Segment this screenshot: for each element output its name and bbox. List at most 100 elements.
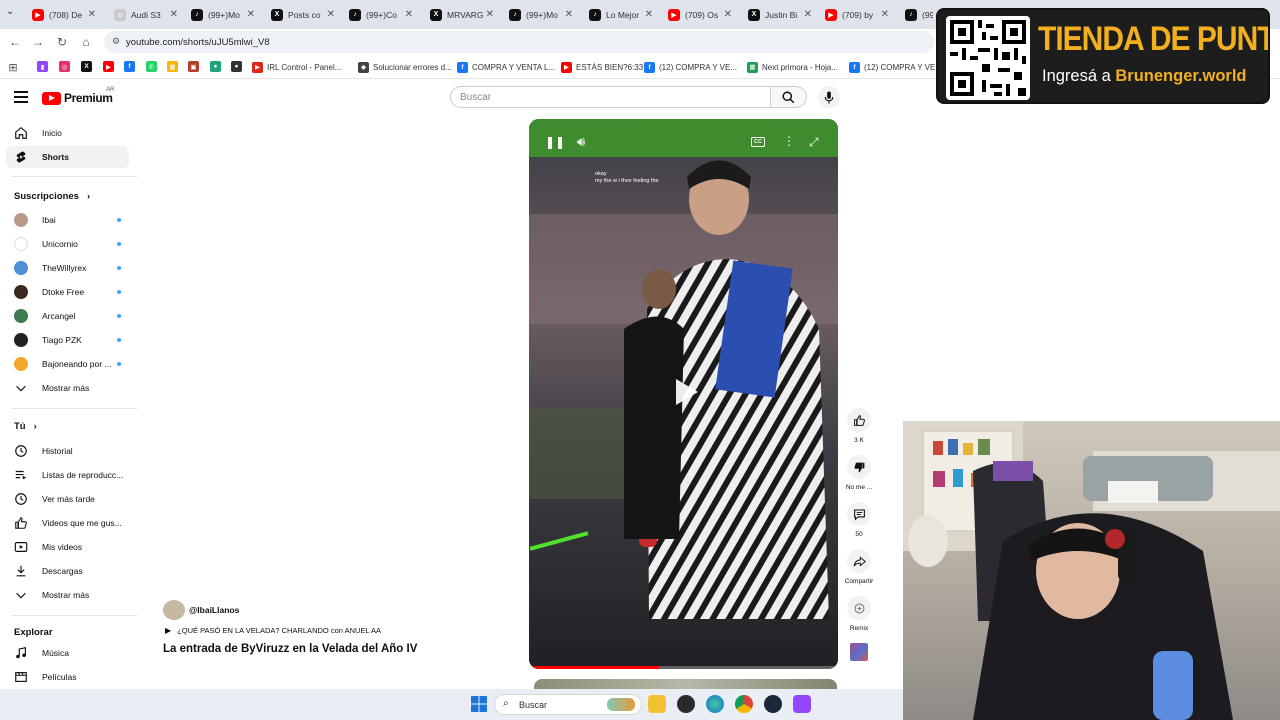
site-info-icon[interactable]: ⚙: [112, 36, 120, 47]
video-progress-bar[interactable]: [529, 666, 838, 669]
close-tab-icon[interactable]: ✕: [724, 9, 732, 20]
sidebar-item[interactable]: Arcangel: [6, 305, 129, 327]
bookmark-item[interactable]: f (12) COMPRA Y VE...: [849, 60, 942, 74]
youtube-icon[interactable]: ▶: [103, 61, 114, 72]
remix-thumbnail[interactable]: [850, 643, 868, 661]
close-tab-icon[interactable]: ✕: [88, 9, 96, 20]
sidebar-item[interactable]: TheWillyrex: [6, 257, 129, 279]
extension-icon[interactable]: ●: [210, 61, 221, 72]
browser-tab[interactable]: ♪ (99+): [897, 2, 933, 27]
browser-tab[interactable]: X Justin Bi ✕: [740, 2, 818, 27]
x-icon[interactable]: X: [81, 61, 92, 72]
taskbar-search-input[interactable]: ⌕ Buscar: [494, 694, 642, 715]
browser-tab[interactable]: ▶ (709) by ✕: [817, 2, 895, 27]
facebook-icon[interactable]: f: [124, 61, 135, 72]
sidebar-item[interactable]: Videos que me gus...: [6, 512, 129, 534]
bookmark-item[interactable]: f (12) COMPRA Y VE...: [644, 60, 737, 74]
sidebar-item[interactable]: Bajoneando por ...: [6, 353, 129, 375]
close-tab-icon[interactable]: ✕: [170, 9, 178, 20]
close-tab-icon[interactable]: ✕: [405, 9, 413, 20]
comment-action[interactable]: 50: [844, 502, 874, 538]
sidebar-item[interactable]: Mostrar más: [6, 584, 129, 606]
pause-icon[interactable]: ❚❚: [545, 135, 565, 149]
search-input[interactable]: Buscar: [450, 86, 771, 108]
remix-action[interactable]: Remix: [844, 596, 874, 632]
app-icon[interactable]: [677, 695, 695, 713]
sidebar-item[interactable]: Shorts: [6, 146, 129, 168]
bookmark-item[interactable]: ▶ ESTÁS BIEN?6:33: [561, 60, 643, 74]
voice-search-button[interactable]: [818, 86, 840, 108]
related-video-link[interactable]: ▶ ¿QUÉ PASÓ EN LA VELADA? CHARLANDO con …: [165, 626, 381, 635]
back-icon[interactable]: ←: [6, 33, 24, 51]
twitch-icon[interactable]: ▮: [37, 61, 48, 72]
sidebar-item[interactable]: Música: [6, 642, 129, 664]
twitch-icon[interactable]: [793, 695, 811, 713]
browser-tab[interactable]: ▶ (708) De ✕: [24, 2, 102, 27]
close-tab-icon[interactable]: ✕: [327, 9, 335, 20]
browser-tab[interactable]: X MRVARG ✕: [422, 2, 500, 27]
subscriptions-heading[interactable]: Suscripciones ›: [14, 191, 90, 202]
close-tab-icon[interactable]: ✕: [486, 9, 494, 20]
youtube-premium-logo[interactable]: Premium AR: [42, 87, 114, 105]
steam-icon[interactable]: [764, 695, 782, 713]
sidebar-item[interactable]: Inicio: [6, 122, 129, 144]
tab-search-chevron-icon[interactable]: ⌄: [6, 6, 14, 17]
reload-icon[interactable]: ↻: [53, 33, 71, 51]
chrome-icon[interactable]: [735, 695, 753, 713]
bookmark-item[interactable]: ◆ Solucionar errores d...: [358, 60, 452, 74]
bookmark-item[interactable]: ▦ Next primora - Hoja...: [747, 60, 838, 74]
address-bar[interactable]: ⚙ youtube.com/shorts/uJU5mlwi_V8: [104, 31, 934, 53]
forward-icon[interactable]: →: [29, 33, 47, 51]
dislike-button[interactable]: [847, 455, 871, 479]
file-explorer-icon[interactable]: [648, 695, 666, 713]
sidebar-item[interactable]: Dtoke Free: [6, 281, 129, 303]
dislike-action[interactable]: No me ...: [844, 455, 874, 491]
like-action[interactable]: 3 K: [844, 408, 874, 444]
bookmark-item[interactable]: f COMPRA Y VENTA L...: [457, 60, 555, 74]
close-tab-icon[interactable]: ✕: [804, 9, 812, 20]
sidebar-item[interactable]: Ibai: [6, 209, 129, 231]
close-tab-icon[interactable]: ✕: [565, 9, 573, 20]
sidebar-item[interactable]: Mostrar más: [6, 377, 129, 399]
sidebar-item[interactable]: Tiago PZK: [6, 329, 129, 351]
windows-start-icon[interactable]: [470, 695, 488, 713]
sidebar-item[interactable]: Mis videos: [6, 536, 129, 558]
play-overlay-icon[interactable]: [668, 375, 702, 409]
edge-icon[interactable]: [706, 695, 724, 713]
fullscreen-icon[interactable]: ⤢: [809, 135, 819, 150]
channel-avatar[interactable]: [163, 600, 185, 620]
browser-tab[interactable]: ▶ (709) Os ✕: [660, 2, 738, 27]
share-button[interactable]: [847, 549, 871, 573]
browser-tab[interactable]: ♪ Lo Mejor ✕: [581, 2, 659, 27]
browser-tab[interactable]: ◎ Audi S3 ✕: [106, 2, 184, 27]
apps-grid-icon[interactable]: ⊞: [4, 58, 22, 76]
captions-icon[interactable]: CC: [751, 137, 765, 147]
instagram-icon[interactable]: ◎: [59, 61, 70, 72]
extension-icon[interactable]: ▦: [167, 61, 178, 72]
sidebar-item[interactable]: Películas: [6, 666, 129, 688]
comment-button[interactable]: [847, 502, 871, 526]
sidebar-item[interactable]: Ver más tarde: [6, 488, 129, 510]
close-tab-icon[interactable]: ✕: [881, 9, 889, 20]
extension-icon[interactable]: ▣: [188, 61, 199, 72]
search-button[interactable]: [771, 86, 807, 108]
close-tab-icon[interactable]: ✕: [645, 9, 653, 20]
home-icon[interactable]: ⌂: [77, 33, 95, 51]
sidebar-item[interactable]: Unicornio: [6, 233, 129, 255]
remix-button[interactable]: [847, 596, 871, 620]
github-icon[interactable]: ●: [231, 61, 242, 72]
sidebar-item[interactable]: Listas de reproducc...: [6, 464, 129, 486]
sidebar-item[interactable]: Descargas: [6, 560, 129, 582]
channel-handle[interactable]: @IbaiLlanos: [189, 605, 239, 615]
you-heading[interactable]: Tú ›: [14, 421, 37, 432]
browser-tab[interactable]: ♪ (99+)Mo ✕: [501, 2, 579, 27]
browser-tab[interactable]: X Posts co ✕: [263, 2, 341, 27]
whatsapp-icon[interactable]: ✆: [146, 61, 157, 72]
short-video-player[interactable]: ❚❚ 🔊︎ CC ⋮ ⤢ okay my the w i thex feelin…: [529, 119, 838, 669]
close-tab-icon[interactable]: ✕: [247, 9, 255, 20]
sidebar-item[interactable]: Historial: [6, 440, 129, 462]
volume-icon[interactable]: 🔊︎: [577, 134, 585, 150]
share-action[interactable]: Compartir: [844, 549, 874, 585]
browser-tab[interactable]: ♪ (99+)Mo ✕: [183, 2, 261, 27]
more-options-icon[interactable]: ⋮: [783, 134, 795, 148]
